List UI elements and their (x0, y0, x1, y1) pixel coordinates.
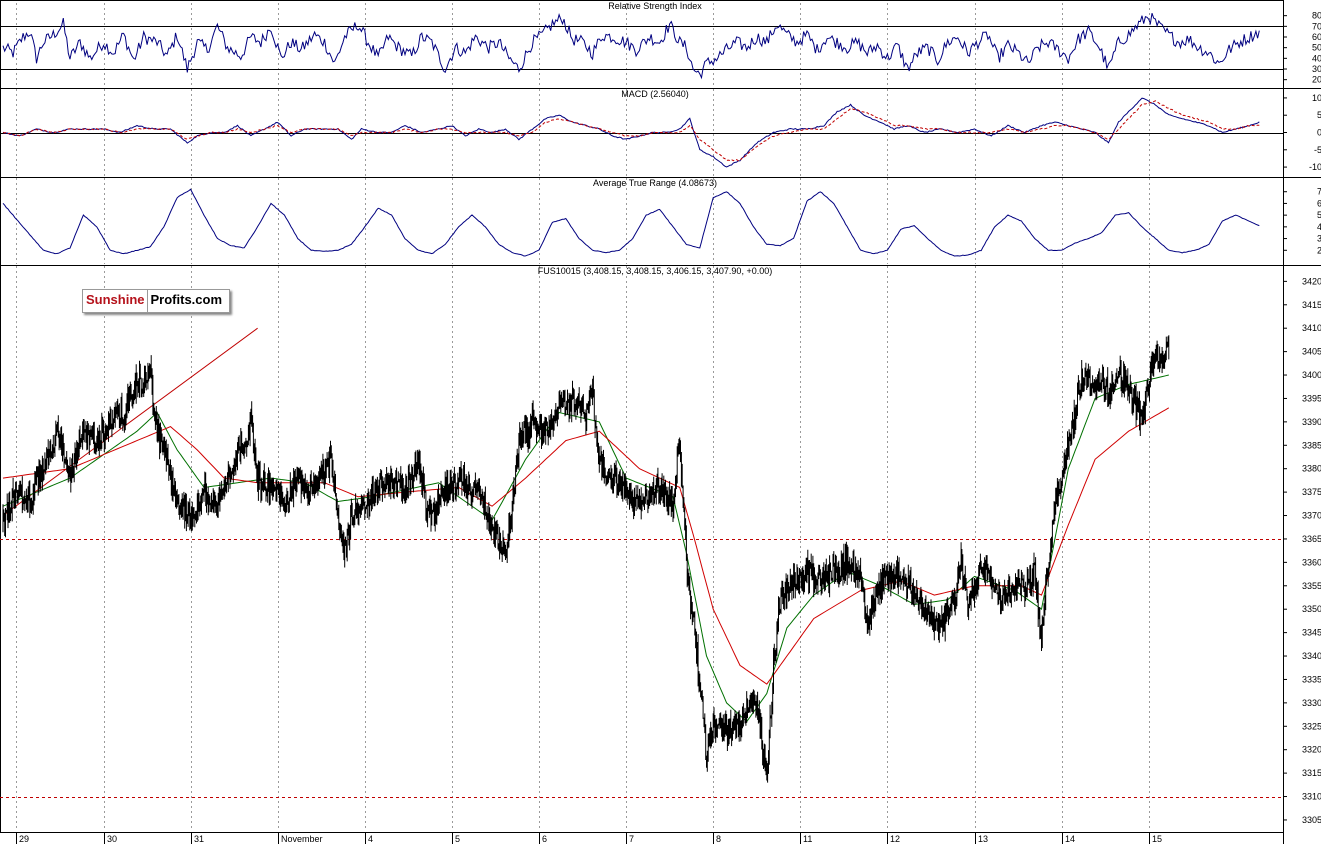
x-tick-label: November (281, 834, 323, 844)
y-tick-label: 3415 (1302, 300, 1321, 310)
moving-average-slow (2, 407, 1170, 685)
y-tick-label: 5 (1317, 210, 1321, 220)
y-tick-label: 7 (1317, 187, 1321, 197)
y-tick-label: 40 (1312, 53, 1321, 63)
y-tick-label: 3315 (1302, 768, 1321, 778)
x-tick-label: 4 (368, 834, 373, 844)
panel-0: Relative Strength Index 20304050607080 (0, 1, 1321, 87)
y-tick-label: 2 (1317, 245, 1321, 255)
x-tick-label: 29 (19, 834, 29, 844)
y-tick-label: 3310 (1302, 792, 1321, 802)
y-tick-label: 50 (1312, 43, 1321, 53)
y-tick-label: 3355 (1302, 581, 1321, 591)
panel-title: Average True Range (4.08673) (593, 178, 717, 188)
y-tick-label: 3350 (1302, 604, 1321, 614)
y-tick-label: 3410 (1302, 323, 1321, 333)
panel-3: FUS10015 (3,408.15, 3,408.15, 3,406.15, … (0, 266, 1321, 844)
x-tick-label: 13 (978, 834, 988, 844)
x-tick-label: 11 (803, 834, 812, 844)
y-tick-label: -5 (1314, 145, 1321, 155)
y-tick-label: 3320 (1302, 745, 1321, 755)
y-tick-label: 3370 (1302, 511, 1321, 521)
x-tick-label: 5 (455, 834, 460, 844)
y-tick-label: 3335 (1302, 674, 1321, 684)
y-tick-label: 3395 (1302, 393, 1321, 403)
y-tick-label: 80 (1312, 11, 1321, 21)
x-tick-label: 31 (194, 834, 204, 844)
logo-brand-part1: Sunshine (83, 290, 148, 312)
panel-title: MACD (2.56040) (621, 89, 689, 99)
y-tick-label: 5 (1317, 110, 1321, 120)
y-tick-label: 3340 (1302, 651, 1321, 661)
panel-1: MACD (2.56040) -10 -5 0 5 10 (0, 89, 1321, 176)
y-tick-label: 3330 (1302, 698, 1321, 708)
x-tick-label: 15 (1152, 834, 1162, 844)
sunshine-profits-logo: Sunshine Profits.com (82, 289, 230, 313)
y-tick-label: 30 (1312, 64, 1321, 74)
x-tick-label: 30 (107, 834, 117, 844)
price-bars (2, 335, 1170, 783)
y-tick-label: 3380 (1302, 464, 1321, 474)
y-tick-label: 3325 (1302, 721, 1321, 731)
x-tick-label: 12 (890, 834, 900, 844)
y-tick-label: 3360 (1302, 557, 1321, 567)
logo-brand-part2: Profits.com (150, 292, 223, 307)
y-tick-label: 3405 (1302, 347, 1321, 357)
plot-frame (0, 0, 1284, 833)
panel-title: Relative Strength Index (608, 1, 702, 11)
chart-canvas: Relative Strength Index20304050607080MAC… (0, 0, 1321, 844)
y-tick-label: 6 (1317, 198, 1321, 208)
y-tick-label: 3 (1317, 234, 1321, 244)
y-tick-label: 3345 (1302, 628, 1321, 638)
y-tick-label: 3385 (1302, 440, 1321, 450)
y-tick-label: 0 (1317, 128, 1321, 138)
y-tick-label: 60 (1312, 32, 1321, 42)
y-tick-label: 3375 (1302, 487, 1321, 497)
series-line-0 (2, 97, 1260, 168)
y-tick-label: 3400 (1302, 370, 1321, 380)
x-tick-label: 6 (542, 834, 547, 844)
y-tick-label: 10 (1312, 93, 1321, 103)
y-tick-label: 70 (1312, 21, 1321, 31)
x-tick-label: 14 (1065, 834, 1075, 844)
y-tick-label: 3305 (1302, 815, 1321, 825)
y-tick-label: 3390 (1302, 417, 1321, 427)
panel-title: FUS10015 (3,408.15, 3,408.15, 3,406.15, … (538, 266, 772, 276)
y-tick-label: -10 (1309, 162, 1321, 172)
x-tick-label: 8 (716, 834, 721, 844)
y-tick-label: 3420 (1302, 276, 1321, 286)
y-tick-label: 20 (1312, 75, 1321, 85)
x-tick-label: 7 (629, 834, 634, 844)
panel-2: Average True Range (4.08673)234567 (2, 178, 1321, 264)
y-tick-label: 4 (1317, 222, 1321, 232)
chart-root: Relative Strength Index 20 30 40 50 60 70 80 MAC… (0, 0, 1321, 844)
y-tick-label: 3365 (1302, 534, 1321, 544)
